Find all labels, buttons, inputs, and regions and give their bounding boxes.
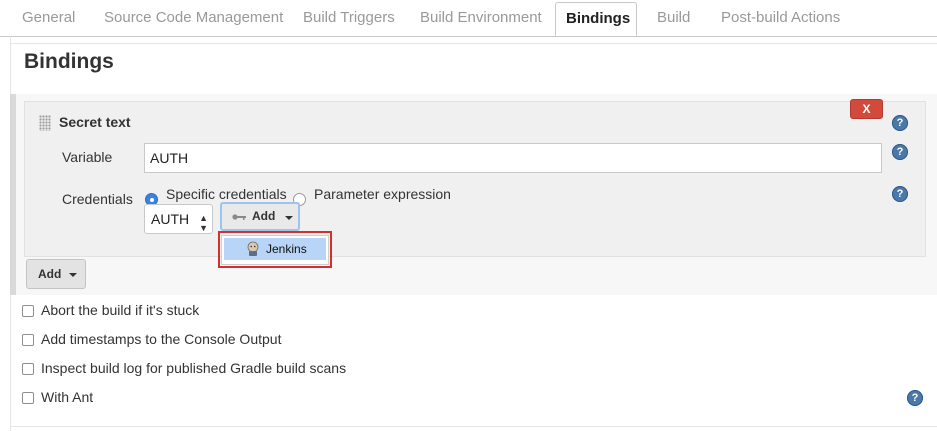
- option-label: With Ant: [41, 389, 94, 405]
- option-label: Abort the build if it's stuck: [41, 302, 200, 318]
- caret-down-icon: [285, 216, 293, 220]
- credentials-label: Credentials: [62, 191, 133, 207]
- variable-label: Variable: [62, 149, 113, 165]
- variable-input[interactable]: AUTH: [144, 143, 882, 173]
- select-arrows-icon: ▲ ▼: [199, 213, 208, 233]
- with-ant-checkbox[interactable]: [22, 392, 34, 404]
- add-credentials-label: Add: [252, 209, 276, 223]
- parameter-expression-label: Parameter expression: [314, 186, 451, 202]
- jenkins-icon: [247, 241, 259, 256]
- tab-post-build-actions[interactable]: Post-build Actions: [721, 0, 840, 36]
- bindings-container-bar: [10, 94, 16, 295]
- key-icon: [232, 214, 246, 220]
- help-icon[interactable]: ?: [892, 115, 908, 131]
- help-icon[interactable]: ?: [892, 186, 908, 202]
- delete-binding-button[interactable]: X: [850, 99, 883, 119]
- tab-build[interactable]: Build: [657, 0, 690, 36]
- tab-source-code-management[interactable]: Source Code Management: [104, 0, 283, 36]
- abort-stuck-checkbox[interactable]: [22, 305, 34, 317]
- credentials-provider-menu: Jenkins: [221, 235, 329, 265]
- content-top-border: [10, 43, 937, 44]
- caret-down-icon: [69, 273, 77, 277]
- specific-credentials-label: Specific credentials: [166, 186, 287, 202]
- tab-bindings[interactable]: Bindings: [555, 2, 637, 36]
- menu-item-label: Jenkins: [266, 242, 307, 256]
- credentials-select[interactable]: AUTH ▲ ▼: [144, 204, 213, 234]
- tab-build-environment[interactable]: Build Environment: [420, 0, 542, 36]
- binding-title: Secret text: [59, 114, 131, 130]
- add-binding-button[interactable]: Add: [26, 259, 86, 289]
- add-credentials-button[interactable]: Add: [220, 202, 300, 231]
- menu-item-jenkins[interactable]: Jenkins: [224, 238, 326, 260]
- add-binding-label: Add: [38, 267, 62, 281]
- section-title: Bindings: [24, 50, 114, 73]
- help-icon[interactable]: ?: [907, 390, 923, 406]
- tab-build-triggers[interactable]: Build Triggers: [303, 0, 395, 36]
- content-bottom-border: [10, 426, 937, 427]
- tab-bar: General Source Code Management Build Tri…: [0, 0, 937, 37]
- tab-general[interactable]: General: [22, 0, 75, 36]
- gradle-scans-checkbox[interactable]: [22, 363, 34, 375]
- help-icon[interactable]: ?: [892, 144, 908, 160]
- drag-handle-icon[interactable]: [39, 115, 51, 131]
- option-label: Add timestamps to the Console Output: [41, 331, 282, 347]
- option-label: Inspect build log for published Gradle b…: [41, 360, 347, 376]
- credentials-select-value: AUTH: [151, 211, 190, 227]
- timestamps-checkbox[interactable]: [22, 334, 34, 346]
